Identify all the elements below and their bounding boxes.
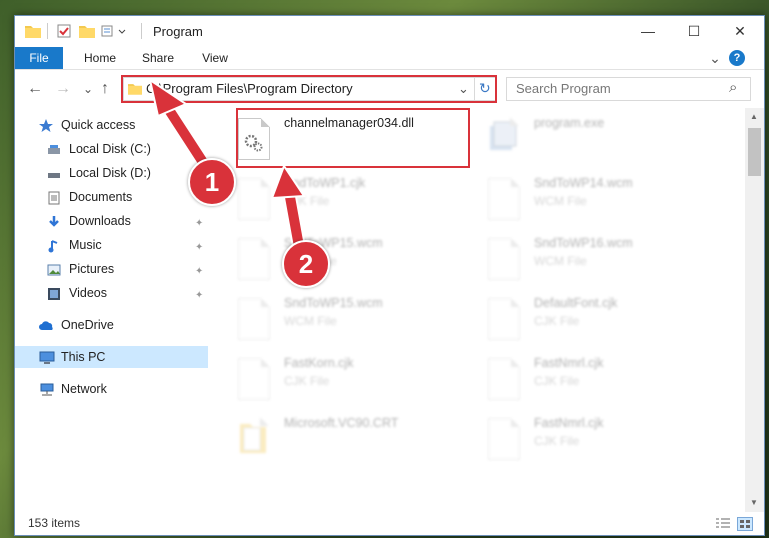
annotation-arrows [148, 77, 307, 259]
callout-step-1: 1 [188, 158, 236, 206]
callout-step-2: 2 [282, 240, 330, 288]
